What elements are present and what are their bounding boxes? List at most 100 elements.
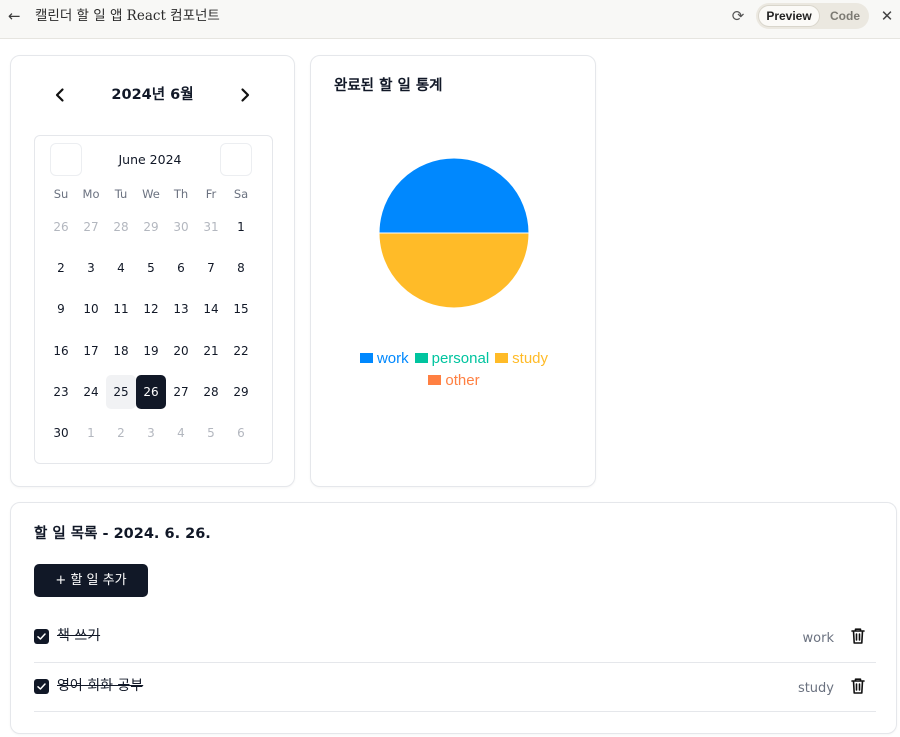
calendar-day[interactable]: 6 <box>226 416 256 450</box>
calendar-day[interactable]: 1 <box>226 210 256 244</box>
calendar-day[interactable]: 4 <box>166 416 196 450</box>
delete-todo-button[interactable] <box>850 677 866 695</box>
next-month-button[interactable] <box>234 84 256 106</box>
calendar-day[interactable]: 10 <box>76 292 106 326</box>
pie-slice-work[interactable] <box>378 157 530 234</box>
weekday-header: Su Mo Tu We Th Fr Sa <box>46 184 256 204</box>
calendar-week: 26 27 28 29 30 31 1 <box>46 206 256 247</box>
calendar-day[interactable]: 28 <box>106 210 136 244</box>
calendar-day[interactable]: 29 <box>226 375 256 409</box>
trash-icon <box>851 628 865 644</box>
legend-swatch <box>359 353 373 363</box>
legend-item-work[interactable]: work <box>359 348 409 370</box>
calendar-day[interactable]: 26 <box>46 210 76 244</box>
calendar-day[interactable]: 17 <box>76 334 106 368</box>
todo-checkbox[interactable] <box>34 629 49 644</box>
calendar-day[interactable]: 18 <box>106 334 136 368</box>
todo-category: study <box>797 680 834 696</box>
calendar-day[interactable]: 19 <box>136 334 166 368</box>
calendar-day[interactable]: 9 <box>46 292 76 326</box>
top-bar: ← 캘린더 할 일 앱 React 컴포넌트 ⟳ Preview Code ✕ <box>0 0 900 39</box>
delete-todo-button[interactable] <box>850 627 866 645</box>
calendar-day[interactable]: 3 <box>136 416 166 450</box>
view-toggle: Preview Code <box>756 3 869 29</box>
pie-slice-study[interactable] <box>378 232 530 309</box>
todo-card: 할 일 목록 - 2024. 6. 26. + 할 일 추가 책 쓰기 work… <box>10 502 897 734</box>
picker-grid: Su Mo Tu We Th Fr Sa 26 27 28 29 30 31 1 2 3 4 5 6 7 8 9 10 11… <box>46 184 256 454</box>
calendar-day[interactable]: 5 <box>136 251 166 285</box>
back-arrow-icon[interactable]: ← <box>8 6 26 26</box>
picker-weeks: 26 27 28 29 30 31 1 2 3 4 5 6 7 8 9 10 11 12 13 14 15 16 17 18 1… <box>46 206 256 454</box>
add-todo-button[interactable]: + 할 일 추가 <box>34 564 148 597</box>
calendar-day[interactable]: 12 <box>136 292 166 326</box>
calendar-day[interactable]: 23 <box>46 375 76 409</box>
tab-code[interactable]: Code <box>824 5 866 27</box>
prev-month-button[interactable] <box>49 84 71 106</box>
calendar-day[interactable]: 7 <box>196 251 226 285</box>
legend-item-study[interactable]: study <box>495 348 548 370</box>
calendar-day[interactable]: 13 <box>166 292 196 326</box>
calendar-day[interactable]: 11 <box>106 292 136 326</box>
chevron-left-icon <box>55 88 64 102</box>
legend-item-other[interactable]: other <box>428 370 480 392</box>
calendar-day[interactable]: 21 <box>196 334 226 368</box>
calendar-day[interactable]: 14 <box>196 292 226 326</box>
tab-preview[interactable]: Preview <box>758 5 820 27</box>
calendar-day[interactable]: 24 <box>76 375 106 409</box>
weekday-label: Fr <box>205 187 217 201</box>
legend-swatch <box>428 375 442 385</box>
pie-chart <box>378 157 530 309</box>
todo-item: 책 쓰기 work <box>34 613 876 663</box>
picker-prev-button[interactable] <box>50 143 82 176</box>
calendar-day[interactable]: 27 <box>166 375 196 409</box>
legend-swatch <box>414 353 428 363</box>
calendar-day[interactable]: 30 <box>166 210 196 244</box>
legend-label: personal <box>431 350 490 367</box>
weekday-label: Tu <box>114 187 128 201</box>
legend-label: work <box>376 350 409 367</box>
calendar-day[interactable]: 5 <box>196 416 226 450</box>
weekday-label: Mo <box>82 187 100 201</box>
calendar-week: 16 17 18 19 20 21 22 <box>46 330 256 371</box>
refresh-icon[interactable]: ⟳ <box>729 6 747 26</box>
calendar-day-selected[interactable]: 26 <box>136 374 166 409</box>
todo-list-title: 할 일 목록 - 2024. 6. 26. <box>34 526 211 542</box>
calendar-day[interactable]: 28 <box>196 375 226 409</box>
weekday-label: We <box>142 187 160 201</box>
calendar-day[interactable]: 29 <box>136 210 166 244</box>
calendar-day[interactable]: 15 <box>226 292 256 326</box>
app-title: 캘린더 할 일 앱 React 컴포넌트 <box>35 8 220 24</box>
calendar-day[interactable]: 31 <box>196 210 226 244</box>
check-icon <box>37 682 46 690</box>
legend-label: study <box>512 350 549 367</box>
calendar-day[interactable]: 16 <box>46 334 76 368</box>
calendar-day[interactable]: 2 <box>46 251 76 285</box>
date-picker: June 2024 Su Mo Tu We Th Fr Sa 26 27 28 29 30 31 1 2 3… <box>34 135 273 464</box>
todo-text: 책 쓰기 <box>57 628 101 644</box>
calendar-day[interactable]: 6 <box>166 251 196 285</box>
calendar-day[interactable]: 2 <box>106 416 136 450</box>
calendar-month-title: 2024년 6월 <box>111 87 194 103</box>
picker-next-button[interactable] <box>220 143 252 176</box>
todo-checkbox[interactable] <box>34 678 49 694</box>
calendar-day[interactable]: 27 <box>76 210 106 244</box>
picker-caption: June 2024 <box>118 152 182 167</box>
weekday-label: Sa <box>233 187 249 201</box>
calendar-day[interactable]: 3 <box>76 251 106 285</box>
trash-icon <box>851 677 865 694</box>
calendar-day[interactable]: 30 <box>46 416 76 450</box>
calendar-day[interactable]: 20 <box>166 334 196 368</box>
legend-item-personal[interactable]: personal <box>414 348 490 370</box>
legend-label: other <box>445 372 480 389</box>
todo-list: 책 쓰기 work 영어 회화 공부 study <box>34 613 876 712</box>
calendar-day-today[interactable]: 25 <box>106 374 136 409</box>
chart-legend: work personal study other <box>311 348 597 392</box>
weekday-label: Su <box>53 187 69 201</box>
calendar-day[interactable]: 1 <box>76 416 106 450</box>
calendar-day[interactable]: 4 <box>106 251 136 285</box>
check-icon <box>37 633 46 640</box>
calendar-card: 2024년 6월 June 2024 Su Mo Tu We Th Fr Sa 26 27 28… <box>10 55 295 487</box>
calendar-day[interactable]: 8 <box>226 251 256 285</box>
calendar-day[interactable]: 22 <box>226 334 256 368</box>
close-icon[interactable]: ✕ <box>879 6 895 26</box>
